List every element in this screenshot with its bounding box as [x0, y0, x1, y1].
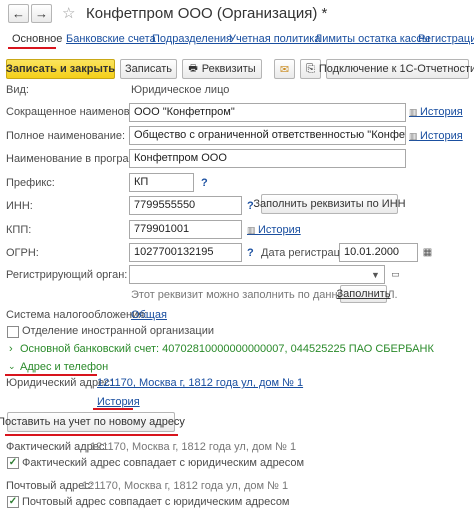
type-label: Вид:	[6, 84, 29, 96]
actual-same-label: Фактический адрес совпадает с юридически…	[22, 457, 305, 469]
kpp-history-label: История	[258, 224, 301, 236]
prefix-field[interactable]: КП	[129, 173, 194, 192]
address-section-header[interactable]: Адрес и телефон	[20, 361, 108, 373]
legal-address-link[interactable]: 121170, Москва г, 1812 года ул, дом № 1	[97, 377, 303, 389]
address-expander-icon[interactable]: ⌄	[8, 361, 16, 372]
kpp-label: КПП:	[6, 224, 32, 236]
legal-address-history-link[interactable]: История	[97, 396, 140, 408]
tab-subdivisions[interactable]: Подразделения	[152, 33, 232, 45]
short-name-history-label: История	[420, 106, 463, 118]
inn-field[interactable]: 7799555550	[129, 196, 242, 215]
full-name-label: Полное наименование:	[6, 130, 126, 142]
reg-authority-dropdown-icon[interactable]: ▼	[368, 266, 383, 283]
window-title: Конфетпром ООО (Организация) *	[86, 5, 328, 22]
inn-label: ИНН:	[6, 200, 33, 212]
reg-date-field[interactable]: 10.01.2000	[339, 243, 418, 262]
type-value: Юридическое лицо	[131, 84, 230, 96]
prefix-label: Префикс:	[6, 177, 55, 189]
reg-fill-button[interactable]: Заполнить	[337, 285, 391, 303]
mail-button[interactable]: ✉	[274, 59, 295, 79]
tab-main[interactable]: Основное	[12, 33, 62, 45]
save-and-close-button[interactable]: Записать и закрыть	[6, 59, 115, 79]
tab-cash-limits[interactable]: Лимиты остатка кассы	[315, 33, 430, 45]
short-name-field[interactable]: ООО "Конфетпром"	[129, 103, 406, 122]
address-section-underline	[5, 374, 97, 376]
requisites-button[interactable]: 🖶 Реквизиты	[182, 59, 262, 79]
tab-accounting-policy[interactable]: Учетная политика	[229, 33, 320, 45]
register-new-address-button[interactable]: Поставить на учет по новому адресу	[0, 412, 185, 432]
actual-same-checkbox[interactable]: ✓	[7, 457, 19, 469]
postal-address-value: 121170, Москва г, 1812 года ул, дом № 1	[82, 480, 289, 492]
fill-by-inn-button[interactable]: Заполнить реквизиты по ИНН	[253, 194, 406, 214]
back-button[interactable]: ←	[8, 4, 29, 23]
short-name-history-link[interactable]: ▥ История	[409, 106, 463, 118]
bank-account-section[interactable]: Основной банковский счет: 40702810000000…	[20, 343, 434, 355]
postal-address-label: Почтовый адрес:	[6, 480, 93, 492]
foreign-branch-checkbox[interactable]	[7, 326, 19, 338]
printer-icon: 🖶	[188, 62, 198, 74]
history-small-icon: ▥	[247, 225, 259, 235]
full-name-history-label: История	[420, 130, 463, 142]
reg-authority-field[interactable]	[129, 265, 385, 284]
forward-button[interactable]: →	[31, 4, 52, 23]
history-small-icon: ▥	[409, 107, 421, 117]
save-button[interactable]: Записать	[120, 59, 177, 79]
postal-same-checkbox[interactable]: ✓	[7, 496, 19, 508]
program-name-field[interactable]: Конфетпром ООО	[129, 149, 406, 168]
full-name-field[interactable]: Общество с ограниченной ответственностью…	[129, 126, 406, 145]
tab-bank-accounts[interactable]: Банковские счета	[66, 33, 156, 45]
full-name-history-link[interactable]: ▥ История	[409, 130, 463, 142]
bank-account-expander-icon[interactable]: ›	[9, 343, 13, 355]
kpp-history-link[interactable]: ▥ История	[247, 224, 301, 236]
tab-registrations[interactable]: Регистрации в	[418, 33, 474, 45]
calendar-icon[interactable]: ▦	[420, 244, 435, 261]
favorite-star-icon[interactable]: ☆	[62, 4, 75, 22]
requisites-label: Реквизиты	[201, 63, 256, 75]
foreign-branch-label: Отделение иностранной организации	[22, 325, 215, 337]
tab-main-underline	[8, 47, 56, 49]
envelope-icon: ✉	[279, 63, 290, 76]
connect-reporting-button[interactable]: Подключение к 1С-Отчетности	[319, 59, 474, 79]
reg-authority-label: Регистрирующий орган:	[6, 269, 128, 281]
tax-system-link[interactable]: Общая	[131, 309, 167, 321]
history-underline	[93, 408, 133, 410]
actual-address-value: 121170, Москва г, 1812 года ул, дом № 1	[90, 441, 297, 453]
ogrn-field[interactable]: 1027700132195	[129, 243, 242, 262]
ogrn-label: ОГРН:	[6, 247, 39, 259]
kpp-field[interactable]: 779901001	[129, 220, 242, 239]
ogrn-help-icon[interactable]: ?	[247, 247, 254, 259]
history-small-icon: ▥	[409, 131, 421, 141]
register-button-underline	[5, 434, 178, 436]
prefix-help-icon[interactable]: ?	[201, 177, 208, 189]
tax-system-label: Система налогообложения:	[6, 309, 148, 321]
reg-authority-open-icon[interactable]: ▭	[388, 266, 403, 283]
postal-same-label: Почтовый адрес совпадает с юридическим а…	[22, 496, 290, 508]
paperclip-icon: ⎘	[306, 62, 315, 75]
